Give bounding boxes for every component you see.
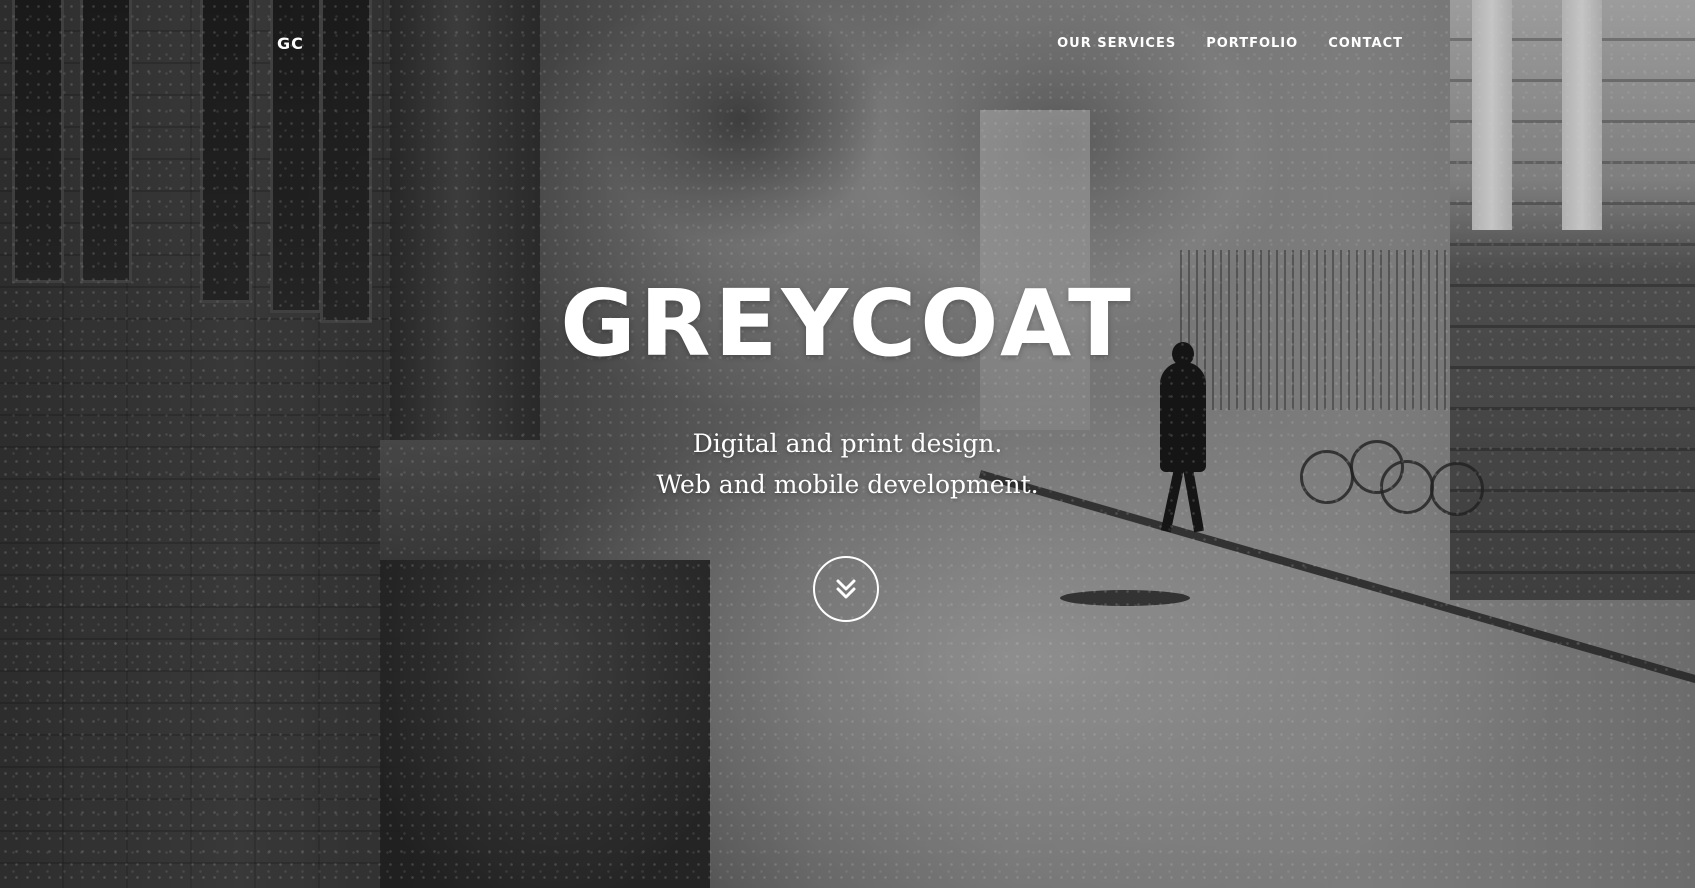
nav-links: OUR SERVICES PORTFOLIO CONTACT: [1057, 36, 1403, 51]
double-chevron-down-icon: [836, 579, 856, 599]
hero-subtitle-line: Web and mobile development.: [656, 470, 1039, 499]
nav-link-portfolio[interactable]: PORTFOLIO: [1206, 36, 1298, 51]
scroll-down-button[interactable]: [813, 556, 879, 622]
top-navigation: GC OUR SERVICES PORTFOLIO CONTACT: [0, 0, 1695, 90]
hero-section: GC OUR SERVICES PORTFOLIO CONTACT GREYCO…: [0, 0, 1695, 888]
nav-link-our-services[interactable]: OUR SERVICES: [1057, 36, 1176, 51]
hero-subtitle: Digital and print design. Web and mobile…: [0, 423, 1695, 505]
brand-logo-link[interactable]: GC: [277, 34, 304, 53]
hero-subtitle-line: Digital and print design.: [692, 429, 1003, 458]
nav-link-contact[interactable]: CONTACT: [1328, 36, 1403, 51]
hero-title: GREYCOAT: [560, 270, 1135, 377]
